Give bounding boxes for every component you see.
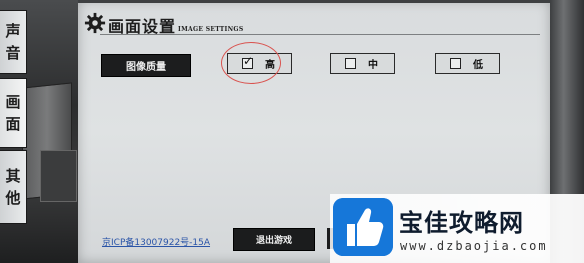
panel-top-border <box>78 0 550 3</box>
annotation-circle <box>221 42 281 84</box>
page-subtitle: IMAGE SETTINGS <box>178 26 244 33</box>
tab-display-label-1: 画 <box>5 93 21 111</box>
tab-display-label-2: 面 <box>5 115 21 133</box>
gear-icon <box>84 12 106 34</box>
checkbox-low[interactable] <box>450 58 461 69</box>
watermark-title: 宝佳攻略网 <box>399 209 524 237</box>
checkbox-medium[interactable] <box>345 58 356 69</box>
quality-option-medium-label: 中 <box>368 60 378 71</box>
tab-sound-label-2: 音 <box>5 44 21 62</box>
tab-display[interactable]: 画 面 <box>0 78 27 148</box>
icp-link[interactable]: 京ICP备13007922号-15A <box>102 235 210 248</box>
thumbs-up-logo-icon <box>333 198 393 256</box>
quality-option-medium[interactable]: 中 <box>330 53 395 74</box>
title-divider <box>100 34 540 35</box>
backdrop-machine-base <box>40 150 77 202</box>
tab-other-label-2: 他 <box>5 189 21 207</box>
image-quality-label: 图像质量 <box>101 54 191 77</box>
exit-game-button[interactable]: 退出游戏 <box>233 228 315 251</box>
tab-other-label-1: 其 <box>5 167 21 185</box>
quality-option-low-label: 低 <box>473 60 483 71</box>
tab-other[interactable]: 其 他 <box>0 150 27 224</box>
quality-option-low[interactable]: 低 <box>435 53 500 74</box>
tab-sound[interactable]: 声 音 <box>0 10 27 74</box>
watermark-url: www.dzbaojia.com <box>400 239 548 253</box>
tab-sound-label-1: 声 <box>5 22 21 40</box>
